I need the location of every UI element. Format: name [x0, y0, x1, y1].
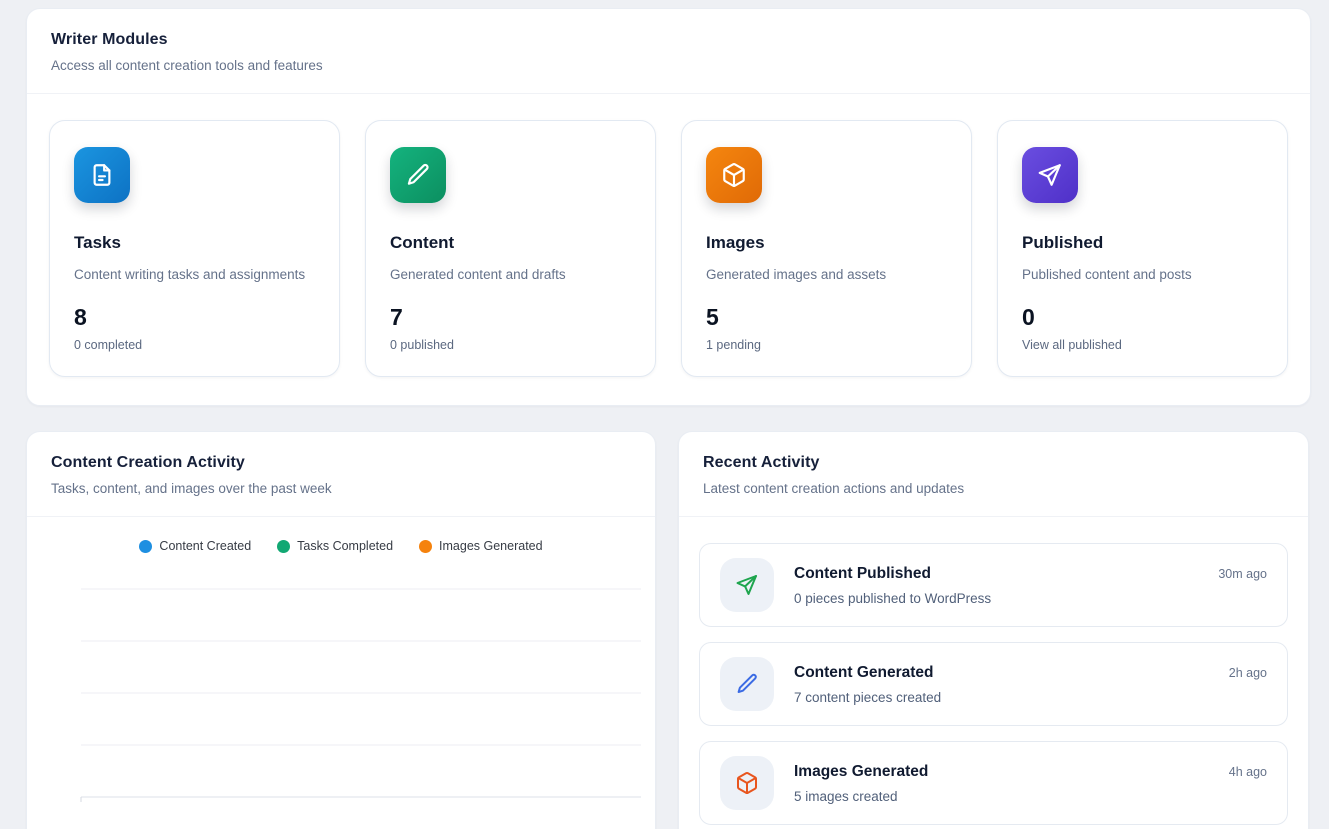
activity-description: 7 content pieces created [794, 690, 1267, 705]
module-sub-label: 0 completed [74, 338, 315, 352]
recent-activity-header: Recent Activity Latest content creation … [679, 432, 1308, 516]
legend-dot-icon [139, 540, 152, 553]
module-card-content[interactable]: Content Generated content and drafts 7 0… [365, 120, 656, 377]
module-count: 0 [1022, 304, 1263, 331]
legend-dot-icon [419, 540, 432, 553]
module-sub-label: 1 pending [706, 338, 947, 352]
activity-item-content-generated[interactable]: Content Generated 2h ago 7 content piece… [699, 642, 1288, 726]
activity-body: Content Generated 2h ago 7 content piece… [794, 664, 1267, 705]
module-card-tasks[interactable]: Tasks Content writing tasks and assignme… [49, 120, 340, 377]
module-description: Content writing tasks and assignments [74, 267, 315, 282]
chart-title: Content Creation Activity [51, 454, 631, 472]
module-card-images[interactable]: Images Generated images and assets 5 1 p… [681, 120, 972, 377]
module-title: Published [1022, 233, 1263, 253]
legend-item[interactable]: Tasks Completed [277, 539, 393, 553]
bottom-row: Content Creation Activity Tasks, content… [26, 431, 1311, 829]
file-text-icon [74, 147, 130, 203]
legend-item[interactable]: Content Created [139, 539, 251, 553]
module-count: 8 [74, 304, 315, 331]
writer-modules-panel: Writer Modules Access all content creati… [26, 8, 1311, 406]
activity-title: Content Generated [794, 664, 934, 682]
activity-item-images-generated[interactable]: Images Generated 4h ago 5 images created [699, 741, 1288, 825]
chart-header: Content Creation Activity Tasks, content… [27, 432, 655, 516]
activity-area-chart [35, 563, 649, 827]
module-title: Images [706, 233, 947, 253]
activity-description: 5 images created [794, 789, 1267, 804]
module-sub-label: 0 published [390, 338, 631, 352]
recent-activity-panel: Recent Activity Latest content creation … [678, 431, 1309, 829]
activity-time: 4h ago [1229, 763, 1267, 779]
module-title: Tasks [74, 233, 315, 253]
legend-label: Images Generated [439, 539, 543, 553]
activity-body: Images Generated 4h ago 5 images created [794, 763, 1267, 804]
module-title: Content [390, 233, 631, 253]
activity-time: 30m ago [1218, 565, 1267, 581]
legend-label: Tasks Completed [297, 539, 393, 553]
cube-icon [706, 147, 762, 203]
activity-title: Images Generated [794, 763, 928, 781]
module-description: Published content and posts [1022, 267, 1263, 282]
activity-list: Content Published 30m ago 0 pieces publi… [679, 517, 1308, 829]
chart-subtitle: Tasks, content, and images over the past… [51, 481, 631, 496]
activity-description: 0 pieces published to WordPress [794, 591, 1267, 606]
module-card-published[interactable]: Published Published content and posts 0 … [997, 120, 1288, 377]
cube-icon [720, 756, 774, 810]
activity-time: 2h ago [1229, 664, 1267, 680]
writer-modules-header: Writer Modules Access all content creati… [27, 9, 1310, 93]
module-description: Generated images and assets [706, 267, 947, 282]
pencil-icon [390, 147, 446, 203]
activity-item-content-published[interactable]: Content Published 30m ago 0 pieces publi… [699, 543, 1288, 627]
send-icon [1022, 147, 1078, 203]
module-description: Generated content and drafts [390, 267, 631, 282]
page-title: Writer Modules [51, 31, 1286, 49]
recent-activity-subtitle: Latest content creation actions and upda… [703, 481, 1284, 496]
chart-legend: Content Created Tasks Completed Images Gen… [27, 517, 655, 557]
legend-dot-icon [277, 540, 290, 553]
content-creation-activity-panel: Content Creation Activity Tasks, content… [26, 431, 656, 829]
page-subtitle: Access all content creation tools and fe… [51, 58, 1286, 73]
send-icon [720, 558, 774, 612]
module-sub-label: View all published [1022, 338, 1263, 352]
legend-label: Content Created [159, 539, 251, 553]
module-count: 7 [390, 304, 631, 331]
chart-wrap [27, 557, 655, 829]
module-count: 5 [706, 304, 947, 331]
pencil-icon [720, 657, 774, 711]
modules-grid: Tasks Content writing tasks and assignme… [27, 94, 1310, 405]
legend-item[interactable]: Images Generated [419, 539, 543, 553]
activity-title: Content Published [794, 565, 931, 583]
activity-body: Content Published 30m ago 0 pieces publi… [794, 565, 1267, 606]
recent-activity-title: Recent Activity [703, 454, 1284, 472]
